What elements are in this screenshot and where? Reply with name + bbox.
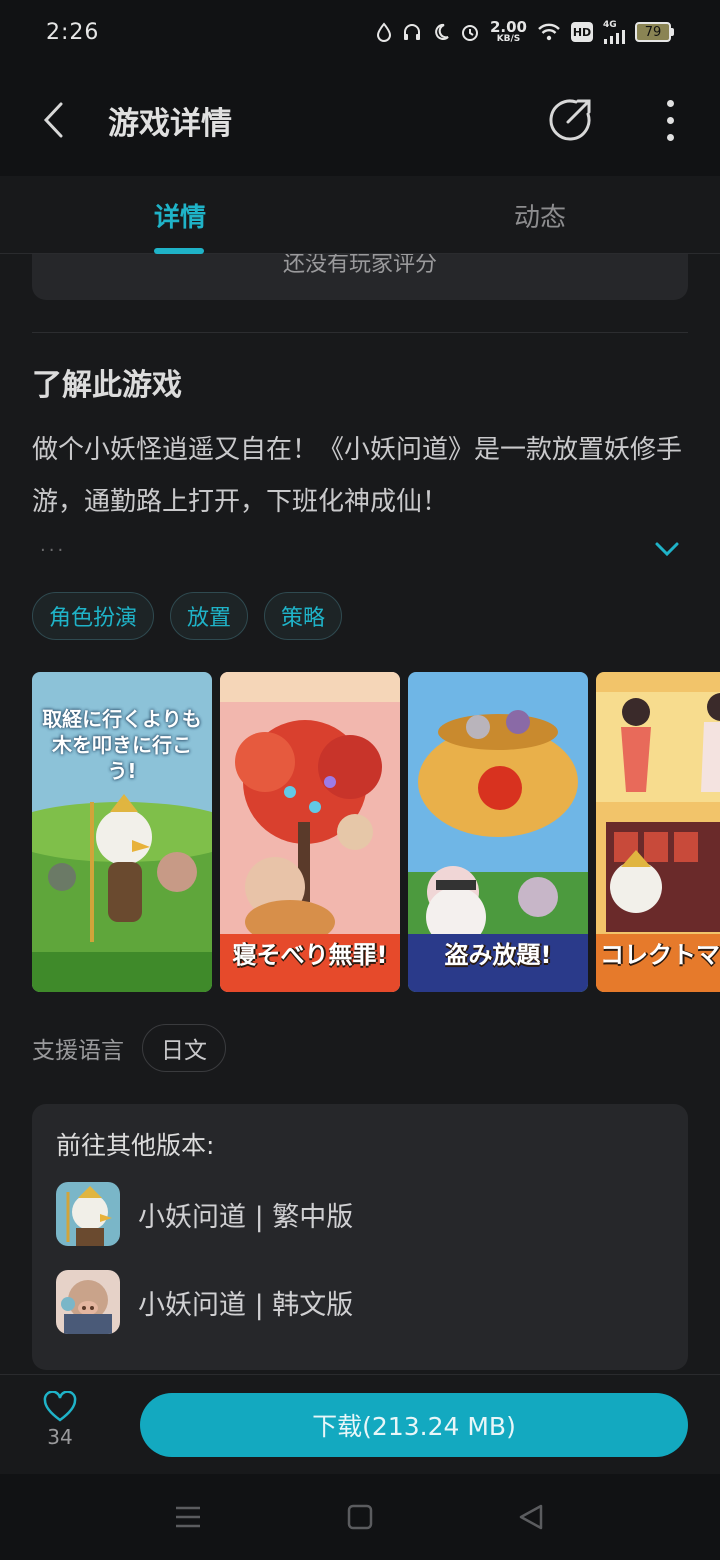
hd-badge: HD bbox=[571, 22, 593, 42]
system-nav-bar bbox=[0, 1474, 720, 1560]
version-item[interactable]: 小妖问道 | 繁中版 bbox=[56, 1182, 656, 1246]
tag-chip[interactable]: 放置 bbox=[170, 592, 249, 640]
game-description: 做个小妖怪逍遥又自在！《小妖问道》是一款放置妖修手游，通勤路上打开，下班化神成仙… bbox=[32, 435, 683, 517]
more-dot bbox=[666, 99, 674, 107]
language-chip: 日文 bbox=[142, 1024, 226, 1072]
net-speed: 2.00 KB/S bbox=[490, 20, 527, 44]
share-icon bbox=[549, 99, 591, 141]
heart-icon bbox=[43, 1391, 77, 1422]
screenshot-caption: 取経に行くよりも木を叩きに行こう! bbox=[42, 707, 202, 783]
version-item[interactable]: 小妖问道 | 韩文版 bbox=[56, 1270, 656, 1334]
version-app-icon bbox=[56, 1182, 120, 1246]
alarm-icon bbox=[460, 20, 480, 44]
about-title: 了解此游戏 bbox=[32, 368, 182, 403]
expand-description-button[interactable] bbox=[652, 534, 682, 564]
version-app-icon bbox=[56, 1270, 120, 1334]
screenshot-caption: 盗み放題! bbox=[444, 941, 552, 969]
tag-chip[interactable]: 策略 bbox=[264, 592, 343, 640]
screenshot[interactable]: コレクトマニ bbox=[596, 672, 720, 992]
language-label: 支援语言 bbox=[32, 1038, 124, 1064]
version-label: 小妖问道 | 繁中版 bbox=[138, 1201, 354, 1233]
tab-details[interactable]: 详情 bbox=[80, 176, 280, 254]
version-label: 小妖问道 | 韩文版 bbox=[138, 1289, 354, 1321]
language-row: 支援语言 日文 bbox=[32, 1024, 226, 1072]
other-versions-card: 前往其他版本: 小妖问道 | 繁中版 小妖问道 | 韩文版 bbox=[32, 1104, 688, 1370]
divider bbox=[32, 332, 688, 333]
share-button[interactable] bbox=[546, 96, 594, 144]
net-speed-unit: KB/S bbox=[496, 34, 521, 44]
like-button[interactable]: 34 bbox=[36, 1391, 84, 1461]
tab-bar: 详情 动态 bbox=[0, 176, 720, 254]
description-ellipsis: ··· bbox=[40, 540, 67, 561]
more-options-button[interactable] bbox=[650, 94, 690, 146]
page-title: 游戏详情 bbox=[108, 105, 232, 142]
back-triangle-icon bbox=[519, 1504, 543, 1530]
bottom-action-bar: 34 下载(213.24 MB) bbox=[0, 1374, 720, 1474]
back-button[interactable] bbox=[24, 90, 84, 150]
tab-activity[interactable]: 动态 bbox=[440, 176, 640, 254]
tag-list: 角色扮演 放置 策略 bbox=[32, 592, 343, 640]
battery-level: 79 bbox=[635, 22, 671, 42]
signal-label: 4G bbox=[603, 19, 617, 30]
wifi-icon bbox=[537, 20, 561, 44]
screenshot-caption: コレクトマニ bbox=[600, 941, 720, 969]
tag-chip[interactable]: 角色扮演 bbox=[32, 592, 155, 640]
headphones-icon bbox=[402, 20, 422, 44]
rating-empty-text: 还没有玩家评分 bbox=[282, 254, 437, 277]
moon-icon bbox=[432, 20, 450, 44]
battery-icon: 79 bbox=[635, 22, 674, 42]
more-dot bbox=[666, 116, 674, 124]
status-time: 2:26 bbox=[46, 19, 100, 45]
home-nav-button[interactable] bbox=[343, 1500, 377, 1534]
back-nav-button[interactable] bbox=[515, 1500, 549, 1534]
drop-icon bbox=[376, 20, 392, 44]
status-bar: 2:26 2.00 KB/S HD 4G 79 bbox=[0, 0, 720, 64]
like-count: 34 bbox=[47, 1425, 73, 1449]
app-bar: 游戏详情 bbox=[0, 64, 720, 176]
home-square-icon bbox=[347, 1504, 373, 1530]
screenshot-carousel[interactable]: 取経に行くよりも木を叩きに行こう! 寝そべり無罪! 盗み放題! コレクトマ bbox=[32, 672, 720, 992]
download-button[interactable]: 下载(213.24 MB) bbox=[140, 1393, 688, 1457]
screenshot[interactable]: 取経に行くよりも木を叩きに行こう! bbox=[32, 672, 212, 992]
chevron-down-icon bbox=[655, 542, 679, 557]
back-arrow-icon bbox=[43, 102, 63, 138]
status-icons: 2.00 KB/S HD 4G 79 bbox=[376, 20, 674, 44]
rating-card: 还没有玩家评分 bbox=[32, 254, 688, 300]
signal-icon: 4G bbox=[603, 20, 625, 44]
screenshot-caption: 寝そべり無罪! bbox=[232, 941, 388, 969]
menu-icon bbox=[176, 1506, 200, 1528]
detail-content[interactable]: 还没有玩家评分 了解此游戏 做个小妖怪逍遥又自在！《小妖问道》是一款放置妖修手游… bbox=[0, 254, 720, 1374]
other-versions-title: 前往其他版本: bbox=[56, 1131, 215, 1160]
net-speed-value: 2.00 bbox=[489, 18, 527, 36]
more-dot bbox=[666, 133, 674, 141]
menu-nav-button[interactable] bbox=[171, 1500, 205, 1534]
screenshot[interactable]: 寝そべり無罪! bbox=[220, 672, 400, 992]
screenshot[interactable]: 盗み放題! bbox=[408, 672, 588, 992]
